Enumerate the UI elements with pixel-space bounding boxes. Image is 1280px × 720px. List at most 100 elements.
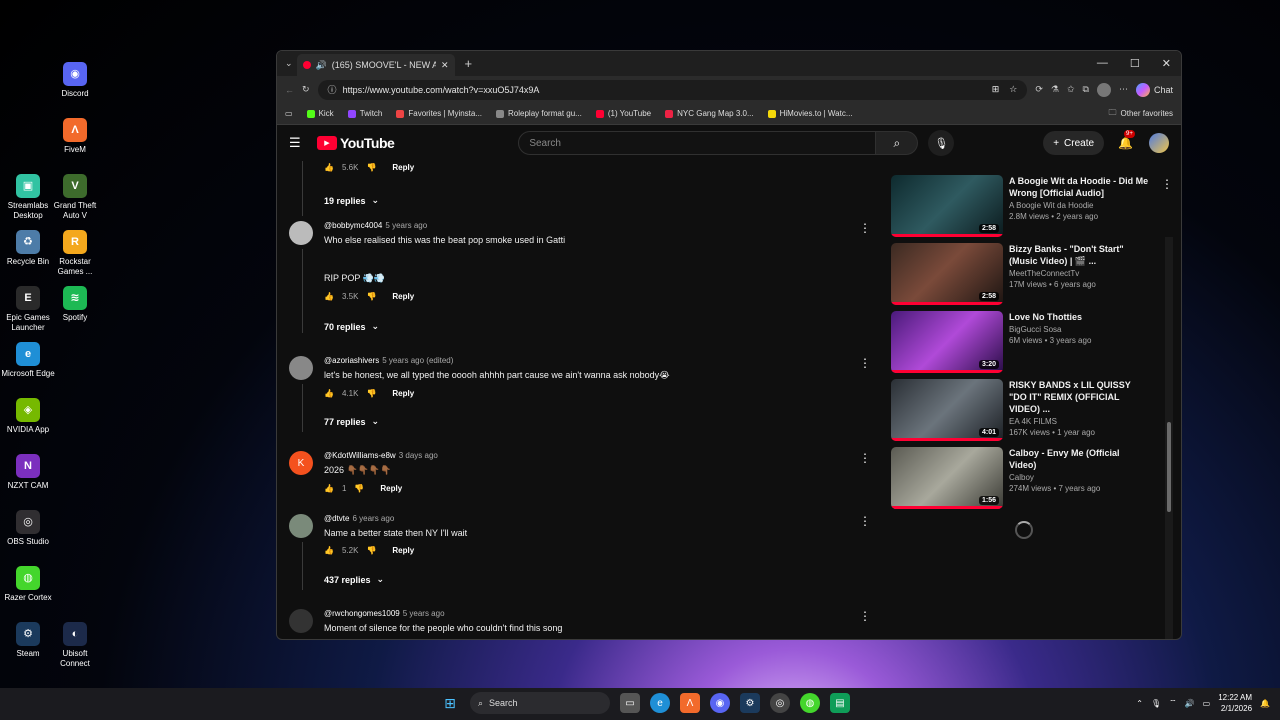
task-view-icon[interactable]: ▭ [620, 693, 640, 713]
comment-author[interactable]: @dtvte [324, 514, 349, 523]
steam-taskbar-icon[interactable]: ⚙ [740, 693, 760, 713]
comment-author[interactable]: @rwchongomes1009 [324, 609, 400, 618]
comment-time[interactable]: 5 years ago [403, 609, 445, 618]
new-tab-button[interactable]: + [465, 56, 473, 71]
chat-button[interactable]: Chat [1135, 82, 1173, 97]
close-window-button[interactable]: ✕ [1162, 57, 1171, 70]
comment-time[interactable]: 6 years ago [352, 514, 394, 523]
comment-more-icon[interactable]: ⋮ [859, 451, 871, 465]
maximize-button[interactable]: ☐ [1130, 57, 1140, 70]
comment-time[interactable]: 5 years ago [385, 221, 427, 230]
reply-button[interactable]: Reply [392, 163, 414, 172]
like-icon[interactable]: 👍 [324, 163, 334, 172]
youtube-logo[interactable]: ▶ YouTube [317, 135, 395, 151]
video-thumbnail[interactable]: 1:56 [891, 447, 1003, 509]
favorite-item[interactable]: Roleplay format gu... [496, 109, 582, 118]
dislike-icon[interactable]: 👎 [366, 389, 376, 398]
windows-start-icon[interactable]: ⊞ [440, 693, 460, 713]
desktop-icon[interactable]: ◍ Razer Cortex [0, 566, 56, 603]
channel-name[interactable]: Calboy [1009, 473, 1149, 482]
tab-actions-icon[interactable]: ▭ [285, 109, 293, 118]
desktop-icon[interactable]: Λ FiveM [47, 118, 103, 155]
microphone-tray-icon[interactable]: 🎙 [1151, 699, 1161, 708]
comment-avatar[interactable] [289, 221, 313, 245]
reply-button[interactable]: Reply [392, 389, 414, 398]
desktop-icon[interactable]: ◎ OBS Studio [0, 510, 56, 547]
reply-button[interactable]: Reply [380, 484, 402, 493]
video-thumbnail[interactable]: 2:58 [891, 175, 1003, 237]
desktop-icon[interactable]: R Rockstar Games ... [47, 230, 103, 277]
like-icon[interactable]: 👍 [324, 546, 334, 555]
copilot-icon[interactable]: ⚗ [1051, 84, 1059, 95]
close-tab-icon[interactable]: ✕ [441, 60, 449, 71]
desktop-icon[interactable]: V Grand Theft Auto V [47, 174, 103, 221]
comment-author[interactable]: @bobbymc4004 [324, 221, 382, 230]
favorite-item[interactable]: HiMovies.to | Watc... [767, 109, 853, 118]
favorites-icon[interactable]: ✩ [1067, 84, 1075, 95]
scrollbar-thumb[interactable] [1167, 422, 1171, 512]
desktop-icon[interactable]: ◈ NVIDIA App [0, 398, 56, 435]
comment-more-icon[interactable]: ⋮ [859, 221, 871, 235]
search-input[interactable]: Search [518, 131, 877, 155]
comment-avatar[interactable] [289, 609, 313, 633]
comment-more-icon[interactable]: ⋮ [859, 356, 871, 370]
recommended-video[interactable]: 2:58 A Boogie Wit da Hoodie - Did Me Wron… [891, 175, 1181, 237]
extensions-icon[interactable]: ⟳ [1035, 84, 1043, 95]
comment-avatar[interactable] [289, 514, 313, 538]
video-title[interactable]: Bizzy Banks - "Don't Start" (Music Video… [1009, 243, 1149, 267]
video-title[interactable]: Love No Thotties [1009, 311, 1149, 323]
site-info-icon[interactable]: ⓘ [328, 83, 337, 96]
comment-more-icon[interactable]: ⋮ [859, 609, 871, 623]
taskbar-search[interactable]: ⌕ Search [470, 692, 610, 714]
favorite-item[interactable]: Favorites | Myinsta... [396, 109, 482, 118]
recommended-video[interactable]: 4:01 RISKY BANDS x LIL QUISSY "DO IT" REM… [891, 379, 1181, 441]
refresh-button[interactable]: ↻ [302, 84, 310, 95]
dislike-icon[interactable]: 👎 [366, 292, 376, 301]
video-title[interactable]: Calboy - Envy Me (Official Video) [1009, 447, 1149, 471]
desktop-icon[interactable]: ◉ Discord [47, 62, 103, 99]
account-avatar[interactable] [1149, 133, 1169, 153]
video-title[interactable]: RISKY BANDS x LIL QUISSY "DO IT" REMIX (… [1009, 379, 1149, 415]
video-thumbnail[interactable]: 4:01 [891, 379, 1003, 441]
favorite-star-icon[interactable]: ☆ [1009, 84, 1017, 95]
read-aloud-icon[interactable]: ⊞ [992, 84, 1000, 95]
search-button[interactable]: ⌕ [876, 131, 919, 155]
like-icon[interactable]: 👍 [324, 389, 334, 398]
channel-name[interactable]: EA 4K FILMS [1009, 417, 1149, 426]
desktop-icon[interactable]: e Microsoft Edge [0, 342, 56, 379]
clock[interactable]: 12:22 AM 2/1/2026 [1218, 692, 1252, 714]
battery-icon[interactable]: ▭ [1203, 699, 1211, 708]
wifi-icon[interactable]: ⌔ [1169, 698, 1177, 708]
view-replies-button[interactable]: 437 replies ⌄ [324, 574, 384, 585]
sheets-taskbar-icon[interactable]: ▤ [830, 693, 850, 713]
recommended-video[interactable]: 3:20 Love No Thotties BigGucci Sosa 6M view… [891, 311, 1181, 373]
profile-icon[interactable] [1096, 82, 1111, 97]
favorite-item[interactable]: Kick [306, 109, 334, 118]
minimize-button[interactable]: — [1097, 57, 1108, 70]
chrome-taskbar-icon[interactable]: ◎ [770, 693, 790, 713]
channel-name[interactable]: A Boogie Wit da Hoodie [1009, 201, 1149, 210]
comment-time[interactable]: 3 days ago [399, 451, 438, 460]
hamburger-menu-icon[interactable]: ☰ [289, 135, 303, 151]
view-replies-button[interactable]: 19 replies ⌄ [324, 195, 379, 206]
reply-button[interactable]: Reply [392, 546, 414, 555]
edge-taskbar-icon[interactable]: e [650, 693, 670, 713]
reply-button[interactable]: Reply [392, 292, 414, 301]
view-replies-button[interactable]: 70 replies ⌄ [324, 321, 379, 332]
recommended-video[interactable]: 2:58 Bizzy Banks - "Don't Start" (Music V… [891, 243, 1181, 305]
desktop-icon[interactable]: ≋ Spotify [47, 286, 103, 323]
like-icon[interactable]: 👍 [324, 292, 334, 301]
like-icon[interactable]: 👍 [324, 484, 334, 493]
recommended-video[interactable]: 1:56 Calboy - Envy Me (Official Video) Cal… [891, 447, 1181, 509]
discord-taskbar-icon[interactable]: ◉ [710, 693, 730, 713]
notifications-button[interactable]: 🔔 9+ [1118, 130, 1135, 150]
video-thumbnail[interactable]: 3:20 [891, 311, 1003, 373]
comment-author[interactable]: @azoriashivers [324, 356, 379, 365]
comment-avatar[interactable]: K [289, 451, 313, 475]
active-tab[interactable]: 🔊 (165) SMOOVE'L - NEW APOL ✕ [296, 54, 455, 76]
comment-more-icon[interactable]: ⋮ [859, 514, 871, 528]
voice-search-button[interactable]: 🎙 [928, 130, 955, 156]
comment-avatar[interactable] [289, 356, 313, 380]
settings-more-icon[interactable]: ⋯ [1119, 84, 1128, 95]
video-more-icon[interactable]: ⋮ [1161, 177, 1173, 191]
